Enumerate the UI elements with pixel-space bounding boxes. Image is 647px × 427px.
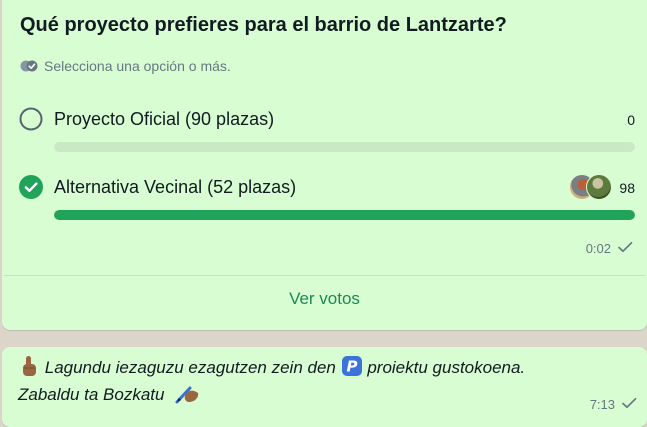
- poll-title: Qué proyecto prefieres para el barrio de…: [20, 14, 507, 36]
- poll-message-meta: 0:02: [586, 241, 633, 256]
- avatar[interactable]: [586, 174, 612, 200]
- poll-subtitle: Selecciona una opción o más.: [20, 58, 231, 74]
- radio-checked-icon[interactable]: [19, 175, 43, 199]
- index-finger-up-icon: [18, 355, 40, 377]
- double-check-icon: [20, 59, 38, 73]
- message-text-part: proiektu gustokoena.: [367, 358, 526, 377]
- poll-option-progress-bar: [54, 142, 635, 152]
- svg-text:P: P: [346, 358, 357, 376]
- poll-option-proyecto-oficial[interactable]: Proyecto Oficial (90 plazas) 0: [2, 107, 647, 157]
- poll-option-label: Alternativa Vecinal (52 plazas): [54, 177, 297, 197]
- view-votes-button[interactable]: Ver votos: [2, 276, 647, 326]
- poll-option-label: Proyecto Oficial (90 plazas): [54, 109, 275, 129]
- poll-option-vote-count: 98: [619, 180, 635, 196]
- voter-avatars[interactable]: [569, 174, 612, 200]
- poll-option-progress-fill: [54, 210, 635, 220]
- message-text-part: Zabaldu ta Bozkatu: [18, 385, 165, 404]
- text-message-meta: 7:13: [590, 397, 637, 412]
- poll-subtitle-text: Selecciona una opción o más.: [44, 58, 231, 74]
- p-button-icon: P: [341, 355, 363, 377]
- message-text: Lagundu iezaguzu ezagutzen zein den P pr…: [18, 354, 588, 408]
- poll-option-vote-count: 0: [627, 112, 635, 128]
- message-time: 0:02: [585, 241, 611, 256]
- poll-option-alternativa-vecinal[interactable]: Alternativa Vecinal (52 plazas) 98: [2, 174, 647, 225]
- single-check-icon: [621, 397, 637, 412]
- message-time: 7:13: [589, 397, 615, 412]
- message-text-part: Lagundu iezaguzu ezagutzen zein den: [44, 358, 336, 377]
- poll-message-bubble: Qué proyecto prefieres para el barrio de…: [2, 0, 647, 330]
- writing-hand-icon: [175, 382, 199, 404]
- poll-option-progress-bar: [54, 210, 635, 220]
- text-message-bubble: Lagundu iezaguzu ezagutzen zein den P pr…: [2, 347, 647, 427]
- single-check-icon: [617, 241, 633, 256]
- radio-unchecked-icon[interactable]: [19, 107, 43, 131]
